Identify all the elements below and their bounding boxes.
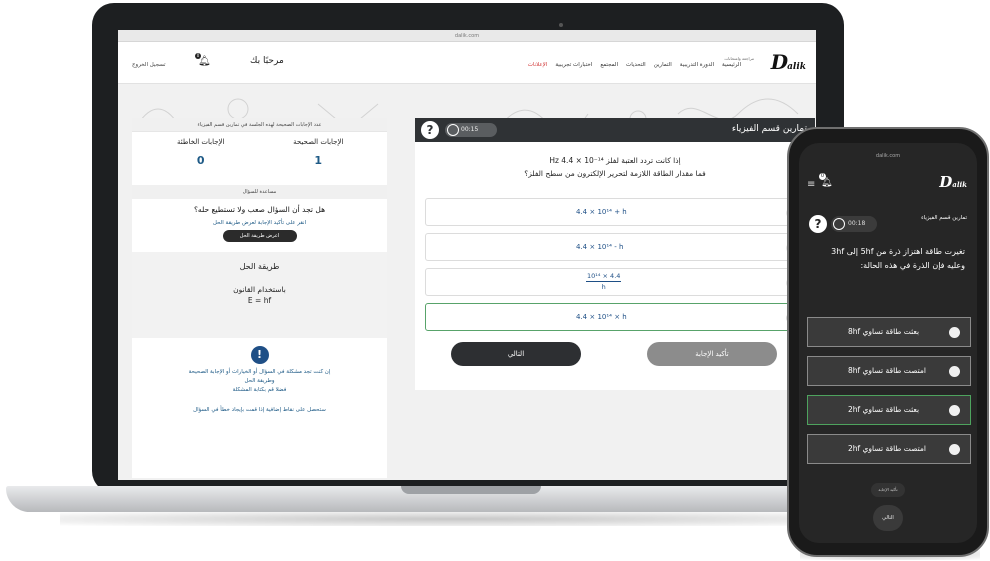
correct-answers-label: الإجابات الصحيحة (293, 138, 344, 146)
solution-box: طريقة الحل باستخدام القانون E = hf (132, 252, 387, 338)
phone-notification-count: 0 (819, 173, 826, 180)
notification-count: 0 (195, 53, 201, 59)
phone-answer-label: امتصت طاقة تساوي 8hf (848, 366, 926, 375)
phone-question-card: ? 00:18 تمارين قسم الفيزياء تغيرت طاقة ا… (807, 209, 971, 464)
phone-confirm-answer-button[interactable]: تأكيد الإجابة (871, 483, 905, 497)
report-issue-icon[interactable]: ! (250, 346, 269, 364)
laptop-base (6, 486, 901, 512)
wrong-answers: الإجابات الخاطئة 0 (151, 138, 251, 167)
help-hint: انقر على تأكيد الإجابة لعرض طريقة الحل (212, 220, 307, 226)
report-issue-line-1: إن كنت تجد مشكلة في السؤال أو الخيارات أ… (188, 369, 331, 375)
nav-item-community[interactable]: المجتمع (600, 62, 618, 68)
answer-option[interactable]: 4.4 × 10¹⁴ - h (425, 233, 805, 261)
nav-item-course[interactable]: الدورة التدريبية (680, 62, 714, 68)
answer-option-label: 4.4 × 10¹⁴ - h (576, 243, 624, 251)
fraction-numerator: 10¹⁴ × 4.4 (586, 272, 622, 282)
answer-option[interactable]: 4.4 × 10¹⁴ + h (425, 198, 805, 226)
menu-icon[interactable]: ≡ (807, 179, 815, 190)
answer-option[interactable]: 10¹⁴ × 4.4 h (425, 268, 805, 296)
help-icon[interactable]: ? (809, 215, 827, 233)
site-logo[interactable]: Dalik (771, 50, 806, 74)
phone-next-button[interactable]: التالي (873, 505, 903, 531)
phone-answer-option[interactable]: امتصت طاقة تساوي 8hf (807, 356, 971, 386)
report-issue-line-2: وطريقة الحل (244, 378, 275, 384)
answer-option-selected[interactable]: 4.4 × 10¹⁴ × h (425, 303, 805, 331)
phone-answer-options: بعثت طاقة تساوي 8hf امتصت طاقة تساوي 8hf… (807, 317, 971, 473)
logo-tagline: مراجعة وامتحانات (724, 56, 754, 61)
laptop-shadow (60, 512, 850, 526)
next-button[interactable]: التالي (451, 342, 581, 366)
help-icon[interactable]: ? (421, 121, 439, 139)
correct-answers-value: 1 (314, 154, 323, 167)
phone-screen: dalik.com Dalik ≡ 🔔︎ 0 ? 00:18 تمارين قس… (799, 143, 977, 543)
phone-logo[interactable]: Dalik (939, 173, 967, 191)
phone-frame: dalik.com Dalik ≡ 🔔︎ 0 ? 00:18 تمارين قس… (787, 127, 989, 557)
welcome-text: مرحبًا بك (250, 56, 284, 66)
solution-text: باستخدام القانون (233, 285, 286, 294)
answer-option-label: 4.4 × 10¹⁴ + h (576, 208, 627, 216)
question-line-2: فما مقدار الطاقة اللازمة لتحرير الإلكترو… (524, 169, 706, 178)
score-row: الإجابات الخاطئة 0 الإجابات الصحيحة 1 (132, 132, 387, 167)
url-bar[interactable]: dalik.com (118, 30, 816, 42)
nav-item-challenges[interactable]: التحديات (626, 62, 646, 68)
correct-answers: الإجابات الصحيحة 1 (268, 138, 368, 167)
solution-equation: E = hf (247, 296, 272, 305)
wrong-answers-label: الإجابات الخاطئة (177, 138, 225, 146)
wrong-answers-value: 0 (196, 154, 205, 167)
nav-item-home[interactable]: الرئيسية (722, 62, 741, 68)
solution-title: طريقة الحل (239, 262, 280, 271)
phone-answer-label: امتصت طاقة تساوي 2hf (848, 444, 926, 453)
confirm-answer-button[interactable]: تأكيد الإجابة (647, 342, 777, 366)
exercise-title: تمارين قسم الفيزياء (731, 124, 807, 134)
phone-answer-option[interactable]: امتصت طاقة تساوي 2hf (807, 434, 971, 464)
report-issue-text[interactable]: إن كنت تجد مشكلة في السؤال أو الخيارات أ… (132, 368, 387, 395)
timer-value: 00:15 (461, 126, 479, 133)
laptop-camera (559, 23, 563, 27)
phone-header: Dalik ≡ 🔔︎ 0 (799, 167, 977, 203)
question-header: تمارين قسم الفيزياء ? 00:15 (415, 118, 815, 142)
radio-button-checked[interactable] (949, 405, 960, 416)
phone-url-bar[interactable]: dalik.com (799, 153, 977, 159)
question-actions: التالي تأكيد الإجابة (415, 338, 815, 368)
phone-answer-option[interactable]: بعثت طاقة تساوي 8hf (807, 317, 971, 347)
question-line-1: إذا كانت تردد العتبة لفلز Hz ‎4.4 × 10⁻¹… (549, 156, 681, 165)
phone-answer-label: بعثت طاقة تساوي 2hf (848, 405, 920, 414)
help-question: هل تجد أن السؤال صعب ولا تستطيع حله؟ (193, 205, 326, 214)
question-text: إذا كانت تردد العتبة لفلز Hz ‎4.4 × 10⁻¹… (415, 154, 815, 180)
stats-panel: عدد الإجابات الصحيحة لهذه الجلسة في تمار… (132, 118, 387, 478)
nav-item-exercises[interactable]: التمارين (654, 62, 672, 68)
clock-icon (447, 124, 459, 136)
bonus-points-text: ستحصل على نقاط إضافية إذا قمت بإيجاد خطأ… (193, 407, 326, 413)
phone-timer: 00:18 (831, 216, 877, 232)
help-heading: مساعدة للسؤال (132, 185, 387, 199)
fraction-denominator: h (601, 283, 606, 291)
clock-icon (833, 218, 845, 230)
site-header: Dalik مراجعة وامتحانات الرئيسية الدورة ا… (118, 42, 816, 84)
phone-timer-value: 00:18 (848, 220, 866, 227)
radio-button[interactable] (949, 327, 960, 338)
phone-answer-label: بعثت طاقة تساوي 8hf (848, 327, 920, 336)
show-solution-button[interactable]: اعرض طريقة الحل (222, 230, 297, 242)
radio-button[interactable] (949, 444, 960, 455)
main-nav: الرئيسية الدورة التدريبية التمارين التحد… (528, 62, 741, 68)
phone-exercise-title: تمارين قسم الفيزياء (921, 215, 967, 221)
phone-question-text: تغيرت طاقة اهتزاز ذرة من 5hf إلى 3hf وعل… (831, 247, 965, 270)
radio-button[interactable] (949, 366, 960, 377)
answer-option-fraction: 10¹⁴ × 4.4 h (586, 271, 622, 292)
nav-item-mock-tests[interactable]: اختبارات تجريبية (555, 62, 592, 68)
logout-link[interactable]: تسجيل الخروج (132, 62, 166, 68)
laptop-notch (401, 486, 541, 494)
report-issue-line-3: فضلا قم بكتابة المشكلة (232, 387, 287, 393)
product-mockup: dalik.com Dalik مراجعة وامتحانات الرئيسي… (0, 0, 990, 561)
answer-options: 4.4 × 10¹⁴ + h 4.4 × 10¹⁴ - h 10¹⁴ × 4.4… (425, 198, 805, 331)
question-timer: 00:15 (445, 123, 497, 137)
phone-answer-option-selected[interactable]: بعثت طاقة تساوي 2hf (807, 395, 971, 425)
stats-heading: عدد الإجابات الصحيحة لهذه الجلسة في تمار… (132, 118, 387, 132)
answer-option-label: 4.4 × 10¹⁴ × h (576, 313, 627, 321)
question-panel: تمارين قسم الفيزياء ? 00:15 إذا كانت ترد… (415, 118, 815, 390)
nav-item-ads[interactable]: الإعلانات (528, 62, 548, 68)
